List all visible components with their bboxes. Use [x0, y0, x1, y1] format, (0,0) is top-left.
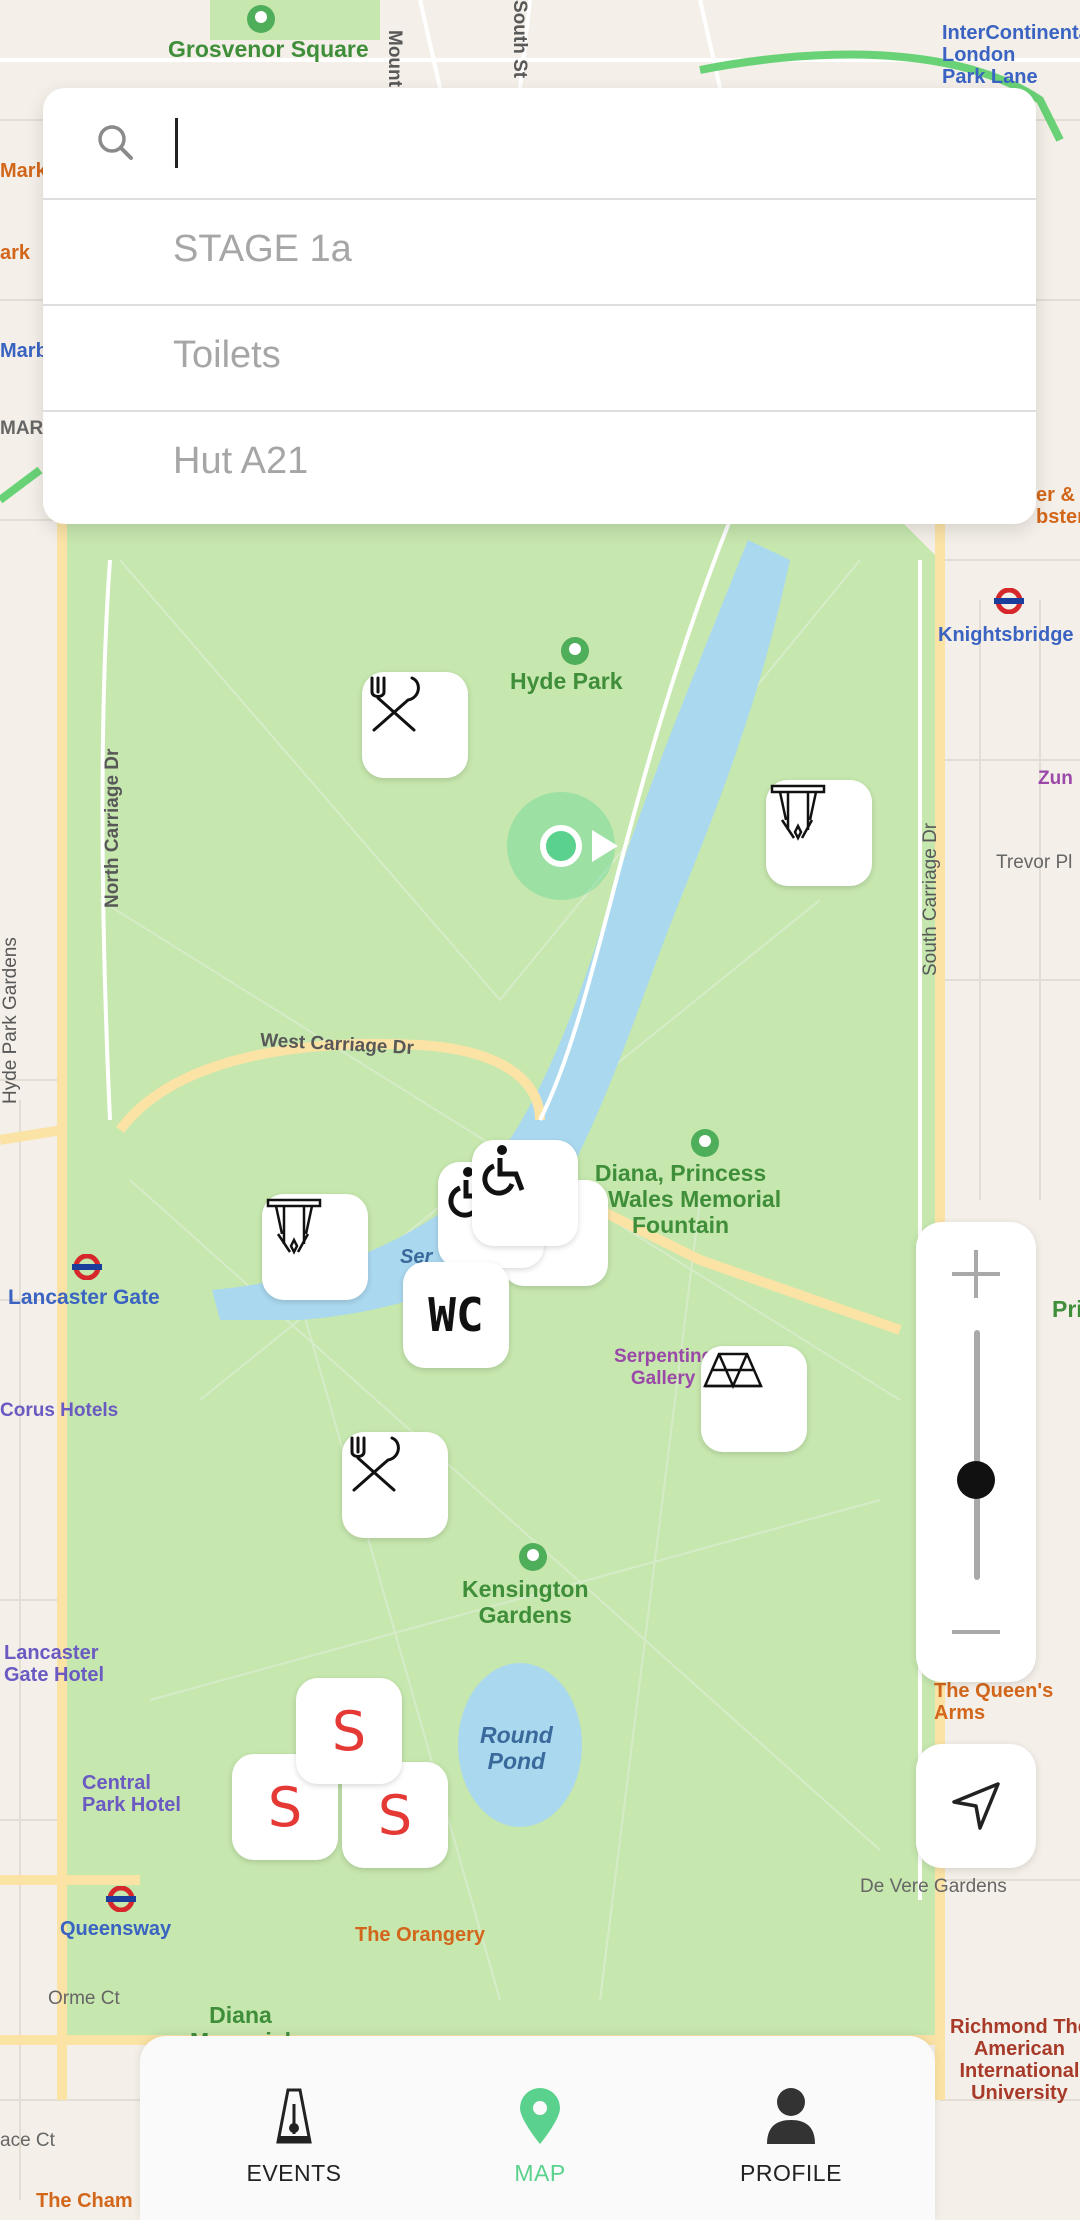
label-de-vere-gardens: De Vere Gardens	[860, 1876, 1007, 1897]
label-south-st: South St	[509, 0, 530, 79]
locate-me-button[interactable]	[916, 1744, 1036, 1868]
underground-icon	[106, 1886, 136, 1912]
suggestion-label: Hut A21	[173, 440, 309, 482]
label-hyde-park-gardens: Hyde Park Gardens	[0, 937, 21, 1104]
marker-stage[interactable]	[766, 780, 872, 886]
person-icon	[767, 2088, 815, 2144]
label-lancaster-gate: Lancaster Gate	[8, 1286, 160, 1309]
tent-icon	[703, 1352, 763, 1390]
search-panel: STAGE 1a Toilets Hut A21	[43, 88, 1036, 524]
nav-events[interactable]: EVENTS	[194, 2076, 394, 2187]
label-diana-fountain: Diana, Princess of Wales Memorial Founta…	[580, 1160, 782, 1238]
label-grosvenor-square: Grosvenor Square	[168, 36, 369, 62]
stage-lights-icon	[770, 784, 826, 841]
search-input[interactable]	[193, 112, 997, 174]
sponsor-label: S	[267, 1775, 303, 1839]
zoom-slider-track[interactable]	[974, 1330, 980, 1580]
search-bar[interactable]	[43, 88, 1036, 200]
label-queensway: Queensway	[60, 1918, 172, 1940]
bottom-navigation: EVENTS MAP PROFILE	[140, 2036, 935, 2220]
user-heading-arrow	[592, 830, 618, 862]
label-the-orangery: The Orangery	[355, 1924, 486, 1946]
nav-map-label: MAP	[514, 2160, 566, 2186]
stage-lights-icon	[266, 1198, 322, 1255]
marker-stage[interactable]	[262, 1194, 368, 1300]
marker-sponsor[interactable]: S	[296, 1678, 402, 1784]
label-knightsbridge: Knightsbridge	[938, 624, 1074, 646]
fork-knife-icon	[370, 676, 420, 732]
underground-icon	[72, 1254, 102, 1280]
zoom-control	[916, 1222, 1036, 1682]
sponsor-label: S	[377, 1783, 413, 1847]
label-serpentine-gallery: Serpentine Gallery	[614, 1346, 713, 1389]
label-round-pond: Round Pond	[480, 1722, 553, 1774]
label-kensington-gardens: Kensington Gardens	[462, 1576, 589, 1628]
navigation-arrow-icon	[952, 1782, 1000, 1830]
nav-profile-label: PROFILE	[740, 2160, 842, 2186]
zoom-out-button[interactable]	[952, 1630, 1000, 1634]
label-mount-st: Mount	[384, 30, 405, 87]
suggestion-label: STAGE 1a	[173, 228, 352, 270]
underground-icon	[994, 588, 1024, 614]
label-ark: ark	[0, 242, 31, 264]
nav-profile[interactable]: PROFILE	[691, 2076, 891, 2187]
park-pin-icon	[247, 5, 275, 33]
label-corus-hotels: Corus Hotels	[0, 1400, 119, 1421]
label-richmond: Richmond The American International Univ…	[950, 2016, 1080, 2104]
suggestion-item[interactable]: Hut A21	[43, 412, 1036, 516]
nav-events-label: EVENTS	[246, 2160, 342, 2186]
marker-accessible[interactable]	[472, 1140, 578, 1246]
label-pri: Pri	[1052, 1296, 1080, 1322]
marker-food[interactable]	[362, 672, 468, 778]
map-pin-icon	[520, 2088, 560, 2144]
label-north-carriage-dr: North Carriage Dr	[102, 748, 123, 908]
text-caret	[175, 118, 178, 168]
marker-tent[interactable]	[701, 1346, 807, 1452]
label-trevor-pl: Trevor Pl	[996, 852, 1073, 873]
sponsor-label: S	[331, 1699, 367, 1763]
park-pin-icon	[519, 1543, 547, 1571]
suggestion-label: Toilets	[173, 334, 281, 376]
label-mark: Mark	[0, 160, 47, 182]
label-orme-ct: Orme Ct	[48, 1988, 120, 2009]
park-pin-icon	[691, 1129, 719, 1157]
label-lancaster-gate-hotel: Lancaster Gate Hotel	[4, 1642, 105, 1686]
label-the-cham: The Cham	[36, 2190, 133, 2212]
marker-toilet[interactable]: WC	[403, 1262, 509, 1368]
nav-map[interactable]: MAP	[440, 2076, 640, 2187]
suggestion-item[interactable]: Toilets	[43, 306, 1036, 412]
label-mar: MAR	[0, 418, 44, 439]
label-hyde-park: Hyde Park	[510, 668, 623, 694]
label-intercontinental: InterContinental London Park Lane	[942, 22, 1080, 88]
label-ace-ct: ace Ct	[0, 2130, 55, 2151]
wheelchair-icon	[482, 1145, 525, 1196]
park-pin-icon	[561, 637, 589, 665]
label-central-park-hotel: Central Park Hotel	[82, 1772, 181, 1816]
suggestion-item[interactable]: STAGE 1a	[43, 200, 1036, 306]
fork-knife-icon	[350, 1436, 400, 1492]
toilet-label: WC	[428, 1288, 484, 1342]
label-south-carriage-dr: South Carriage Dr	[920, 822, 941, 976]
zoom-slider-thumb[interactable]	[957, 1461, 995, 1499]
metronome-icon	[276, 2088, 312, 2144]
zoom-in-button[interactable]	[952, 1250, 1000, 1298]
search-icon	[98, 125, 133, 160]
marker-food[interactable]	[342, 1432, 448, 1538]
label-zun: Zun	[1038, 768, 1073, 789]
label-queens-arms: The Queen's Arms	[934, 1680, 1054, 1724]
label-ter: er & bster	[1036, 484, 1080, 528]
user-location-dot	[540, 825, 582, 867]
